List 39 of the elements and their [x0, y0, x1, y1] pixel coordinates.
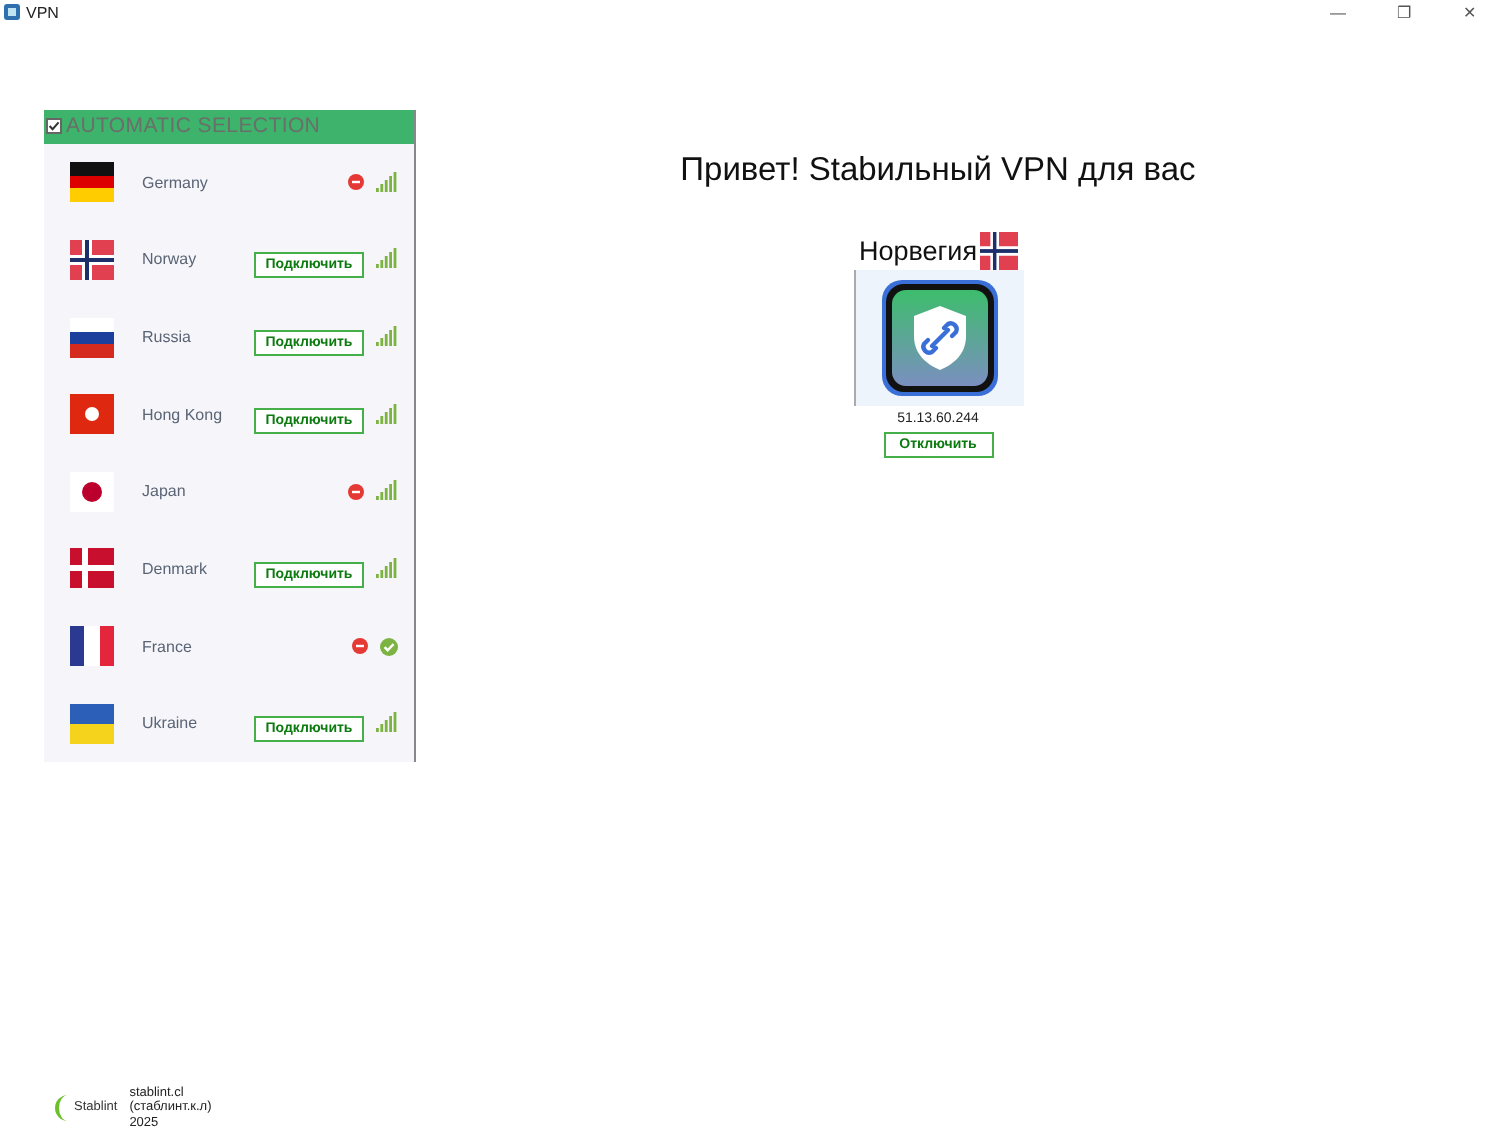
window-control[interactable]: ❐ [1374, 3, 1434, 21]
flag-icon [70, 548, 114, 589]
window-control[interactable]: — [1308, 3, 1368, 21]
shield-link-icon [879, 278, 999, 398]
flag-icon [70, 317, 114, 358]
signal-icon [376, 712, 398, 735]
country-name: Hong Kong [142, 405, 225, 424]
window-control[interactable]: ✕ [1440, 3, 1500, 21]
greeting-heading: Привет! Stabильный VPN для вас [680, 152, 1196, 190]
country-name: Russia [142, 328, 193, 347]
signal-icon [376, 480, 398, 503]
flag-icon [70, 239, 114, 280]
signal-icon [376, 248, 398, 271]
flag-icon [979, 232, 1018, 270]
country-name: Japan [142, 482, 188, 501]
blocked-icon [348, 483, 364, 500]
blocked-icon [348, 174, 364, 191]
signal-icon [376, 326, 398, 349]
flag-icon [70, 626, 114, 667]
country-name: Germany [142, 173, 210, 192]
flag-icon [70, 394, 114, 435]
country-name: Denmark [142, 559, 209, 578]
app-icon [4, 4, 20, 20]
window-title: VPN [26, 3, 61, 21]
check-icon [380, 637, 398, 656]
country-name: France [142, 637, 194, 656]
flag-icon [70, 703, 114, 744]
country-name: Норвегия [858, 236, 978, 266]
country-name: Norway [142, 250, 199, 269]
checkbox[interactable] [46, 118, 62, 135]
flag-icon [70, 471, 114, 512]
country-name: Ukraine [142, 714, 200, 733]
blocked-icon [352, 638, 368, 655]
flag-icon [70, 162, 114, 203]
signal-icon [376, 171, 398, 194]
crescent-logo-icon [50, 1093, 72, 1122]
signal-icon [376, 403, 398, 426]
signal-icon [376, 557, 398, 580]
header-label: AUTOMATIC SELECTION [66, 114, 321, 139]
